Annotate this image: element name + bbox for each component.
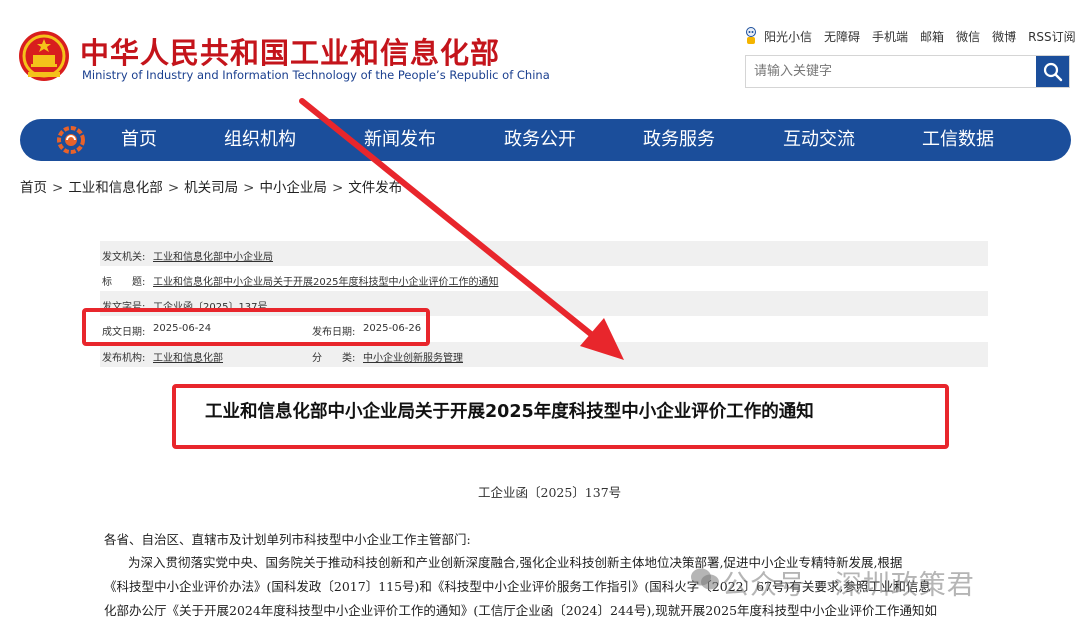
breadcrumb-sme-bureau[interactable]: 中小企业局 [259, 180, 327, 196]
document-title: 工业和信息化部中小企业局关于开展2025年度科技型中小企业评价工作的通知 [205, 402, 814, 422]
breadcrumb: 首页 > 工业和信息化部 > 机关司局 > 中小企业局 > 文件发布 [20, 176, 402, 196]
breadcrumb-separator: > [331, 180, 344, 196]
link-mobile[interactable]: 手机端 [872, 28, 908, 45]
nav-government-affairs[interactable]: 政务公开 [504, 119, 576, 161]
breadcrumb-ministry[interactable]: 工业和信息化部 [68, 180, 163, 196]
meta-category-label: 分 类: [312, 353, 356, 364]
site-title: 中华人民共和国工业和信息化部 [80, 36, 501, 70]
dates-highlight-box [82, 308, 430, 346]
nav-data[interactable]: 工信数据 [922, 119, 994, 161]
search-box [745, 55, 1070, 88]
link-wechat[interactable]: 微信 [956, 28, 980, 45]
meta-title-label: 标 题: [102, 277, 146, 288]
nav-government-services[interactable]: 政务服务 [643, 119, 715, 161]
body-line-3: 化部办公厅《关于开展2024年度科技型中小企业评价工作的通知》(工信厅企业函〔2… [104, 603, 938, 618]
search-button[interactable] [1036, 56, 1069, 87]
meta-title-value: 工业和信息化部中小企业局关于开展2025年度科技型中小企业评价工作的通知 [153, 277, 499, 288]
link-rss[interactable]: RSS订阅 [1028, 28, 1076, 45]
nav-home[interactable]: 首页 [121, 119, 157, 161]
meta-row-issuer: 发文机关: 工业和信息化部中小企业局 [100, 241, 988, 266]
link-accessibility[interactable]: 无障碍 [824, 28, 860, 45]
meta-issuer-label: 发文机关: [102, 252, 146, 263]
breadcrumb-departments[interactable]: 机关司局 [184, 180, 238, 196]
breadcrumb-home[interactable]: 首页 [20, 180, 47, 196]
search-icon [1043, 62, 1062, 81]
link-sunshine-xiaoxin[interactable]: 阳光小信 [764, 28, 812, 45]
wechat-icon [691, 568, 719, 590]
nav-interaction[interactable]: 互动交流 [783, 119, 855, 161]
breadcrumb-separator: > [52, 180, 64, 196]
meta-org-value: 工业和信息化部 [153, 353, 223, 364]
salutation: 各省、自治区、直辖市及计划单列市科技型中小企业工作主管部门: [104, 532, 471, 547]
meta-row-title: 标 题: 工业和信息化部中小企业局关于开展2025年度科技型中小企业评价工作的通… [100, 266, 988, 291]
link-mailbox[interactable]: 邮箱 [920, 28, 944, 45]
ministry-logo-icon [57, 126, 85, 154]
site-subtitle: Ministry of Industry and Information Tec… [82, 68, 550, 82]
breadcrumb-separator: > [243, 180, 255, 196]
meta-category-value: 中小企业创新服务管理 [363, 353, 463, 364]
nav-news[interactable]: 新闻发布 [364, 119, 436, 161]
link-weibo[interactable]: 微博 [992, 28, 1016, 45]
main-nav: 首页 组织机构 新闻发布 政务公开 政务服务 互动交流 工信数据 [20, 119, 1071, 161]
watermark: 公众号 · 深圳政策君 [722, 570, 975, 601]
document-number: 工企业函〔2025〕137号 [478, 485, 622, 500]
breadcrumb-documents[interactable]: 文件发布 [348, 180, 402, 196]
breadcrumb-separator: > [167, 180, 180, 196]
national-emblem-icon [19, 31, 69, 81]
search-input[interactable] [746, 56, 1050, 87]
mascot-icon[interactable] [744, 27, 758, 45]
nav-organization[interactable]: 组织机构 [224, 119, 296, 161]
meta-org-label: 发布机构: [102, 353, 146, 364]
meta-issuer-value: 工业和信息化部中小企业局 [153, 252, 273, 263]
top-links: 阳光小信 无障碍 手机端 邮箱 微信 微博 RSS订阅 [744, 27, 1076, 45]
